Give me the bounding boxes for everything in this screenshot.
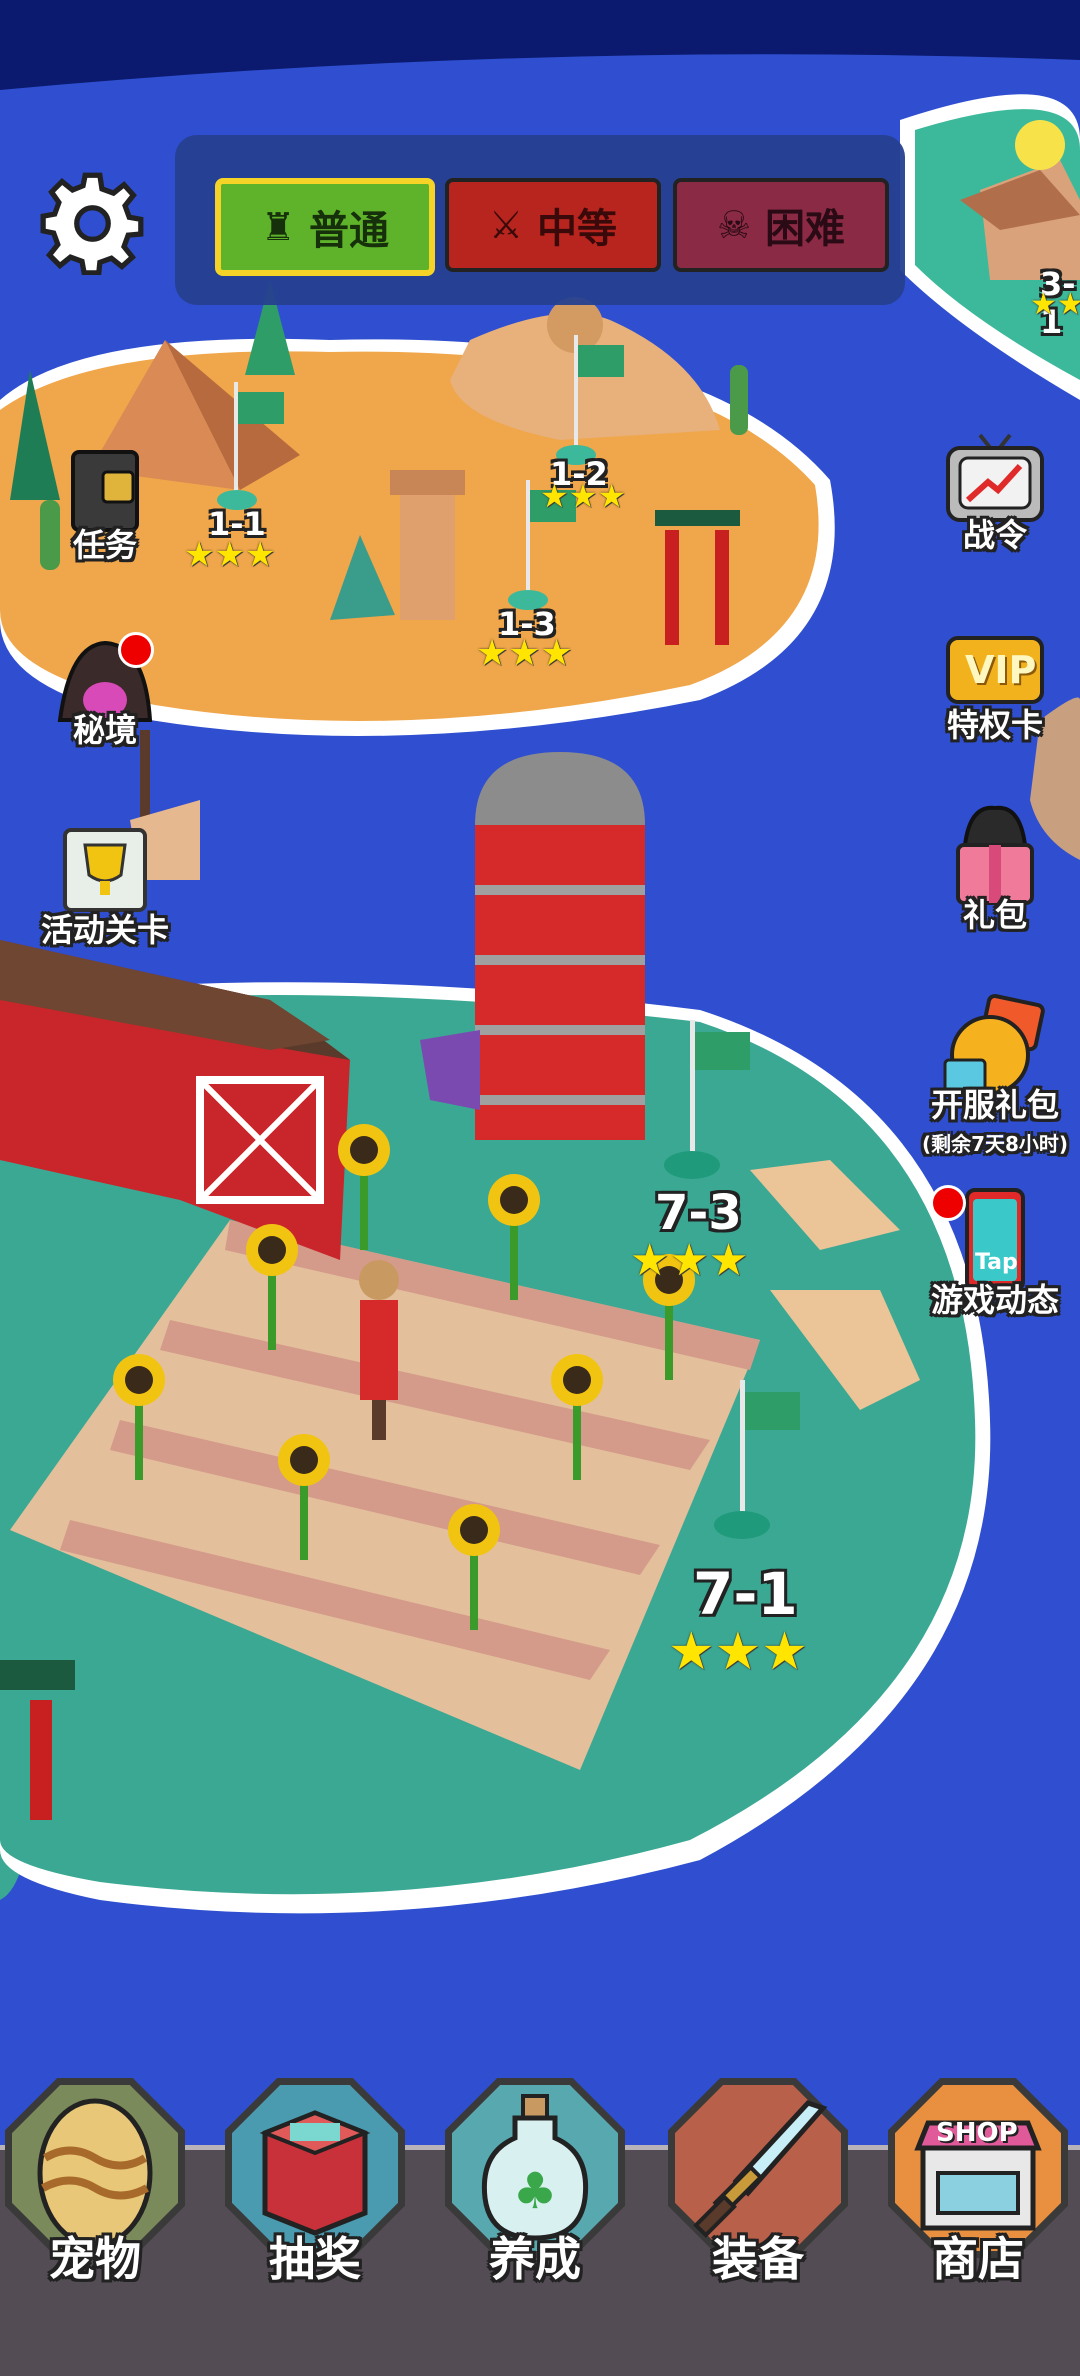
level-number: 7-3 xyxy=(655,1185,742,1241)
settings-button[interactable] xyxy=(40,170,145,276)
difficulty-hard-button[interactable]: ☠ 困难 xyxy=(673,178,889,272)
nav-nurture[interactable]: ♣ 养成 xyxy=(445,2078,625,2286)
notification-dot xyxy=(118,632,154,668)
level-stars: ★★★ xyxy=(540,477,627,515)
notification-dot xyxy=(930,1185,966,1221)
nav-shop[interactable]: SHOP 商店 xyxy=(888,2078,1068,2286)
nav-lottery[interactable]: 抽奖 xyxy=(225,2078,405,2286)
vip-text: VIP xyxy=(965,648,1037,692)
nav-shop-label: 商店 xyxy=(932,2232,1024,2286)
tap-text: Tap xyxy=(975,1250,1018,1275)
secret-realm-label: 秘境 xyxy=(72,711,137,749)
shop-sign-text: SHOP xyxy=(936,2118,1018,2148)
skull-icon: ☠ xyxy=(716,203,752,247)
privilege-card-button[interactable]: VIP 特权卡 xyxy=(915,630,1075,746)
difficulty-medium-button[interactable]: ⚔ 中等 xyxy=(445,178,661,272)
nav-lottery-label: 抽奖 xyxy=(269,2232,361,2286)
difficulty-normal-label: 普通 xyxy=(309,208,390,254)
nav-equipment-label: 装备 xyxy=(712,2232,804,2286)
gear-icon xyxy=(40,172,144,276)
difficulty-hard-label: 困难 xyxy=(765,206,846,252)
battle-pass-label: 战令 xyxy=(962,516,1027,554)
nav-equipment[interactable]: 装备 xyxy=(668,2078,848,2286)
battle-pass-button[interactable]: 战令 xyxy=(915,430,1075,556)
castle-icon: ♜ xyxy=(260,205,296,249)
nav-pet[interactable]: 宠物 xyxy=(5,2078,185,2286)
nav-nurture-label: 养成 xyxy=(489,2232,581,2286)
event-stage-label: 活动关卡 xyxy=(40,911,169,949)
tasks-label: 任务 xyxy=(72,526,137,564)
server-gift-button[interactable]: 开服礼包 (剩余7天8小时) xyxy=(910,990,1080,1157)
privilege-card-label: 特权卡 xyxy=(946,706,1043,744)
gift-pack-label: 礼包 xyxy=(962,896,1027,934)
level-stars: ★★★ xyxy=(630,1235,749,1286)
difficulty-normal-button[interactable]: ♜ 普通 xyxy=(215,178,435,276)
secret-realm-button[interactable]: 秘境 xyxy=(25,635,185,751)
server-gift-timer: (剩余7天8小时) xyxy=(921,1132,1069,1156)
game-news-label: 游戏动态 xyxy=(930,1281,1059,1319)
level-stars: ★★★ xyxy=(668,1622,808,1682)
swords-icon: ⚔ xyxy=(488,203,524,247)
tasks-button[interactable]: 任务 xyxy=(25,440,185,566)
gift-pack-button[interactable]: 礼包 xyxy=(915,800,1075,936)
nav-pet-label: 宠物 xyxy=(49,2232,141,2286)
trophy-card-icon xyxy=(63,828,147,912)
event-stage-button[interactable]: 活动关卡 xyxy=(25,825,185,951)
level-stars: ★★★ xyxy=(184,535,276,575)
server-gift-label: 开服礼包 xyxy=(930,1086,1059,1124)
difficulty-medium-label: 中等 xyxy=(537,206,618,252)
level-stars: ★★ xyxy=(1030,287,1080,322)
level-number: 7-1 xyxy=(693,1560,798,1628)
level-stars: ★★★ xyxy=(476,633,573,674)
svg-text:♣: ♣ xyxy=(513,2162,558,2220)
